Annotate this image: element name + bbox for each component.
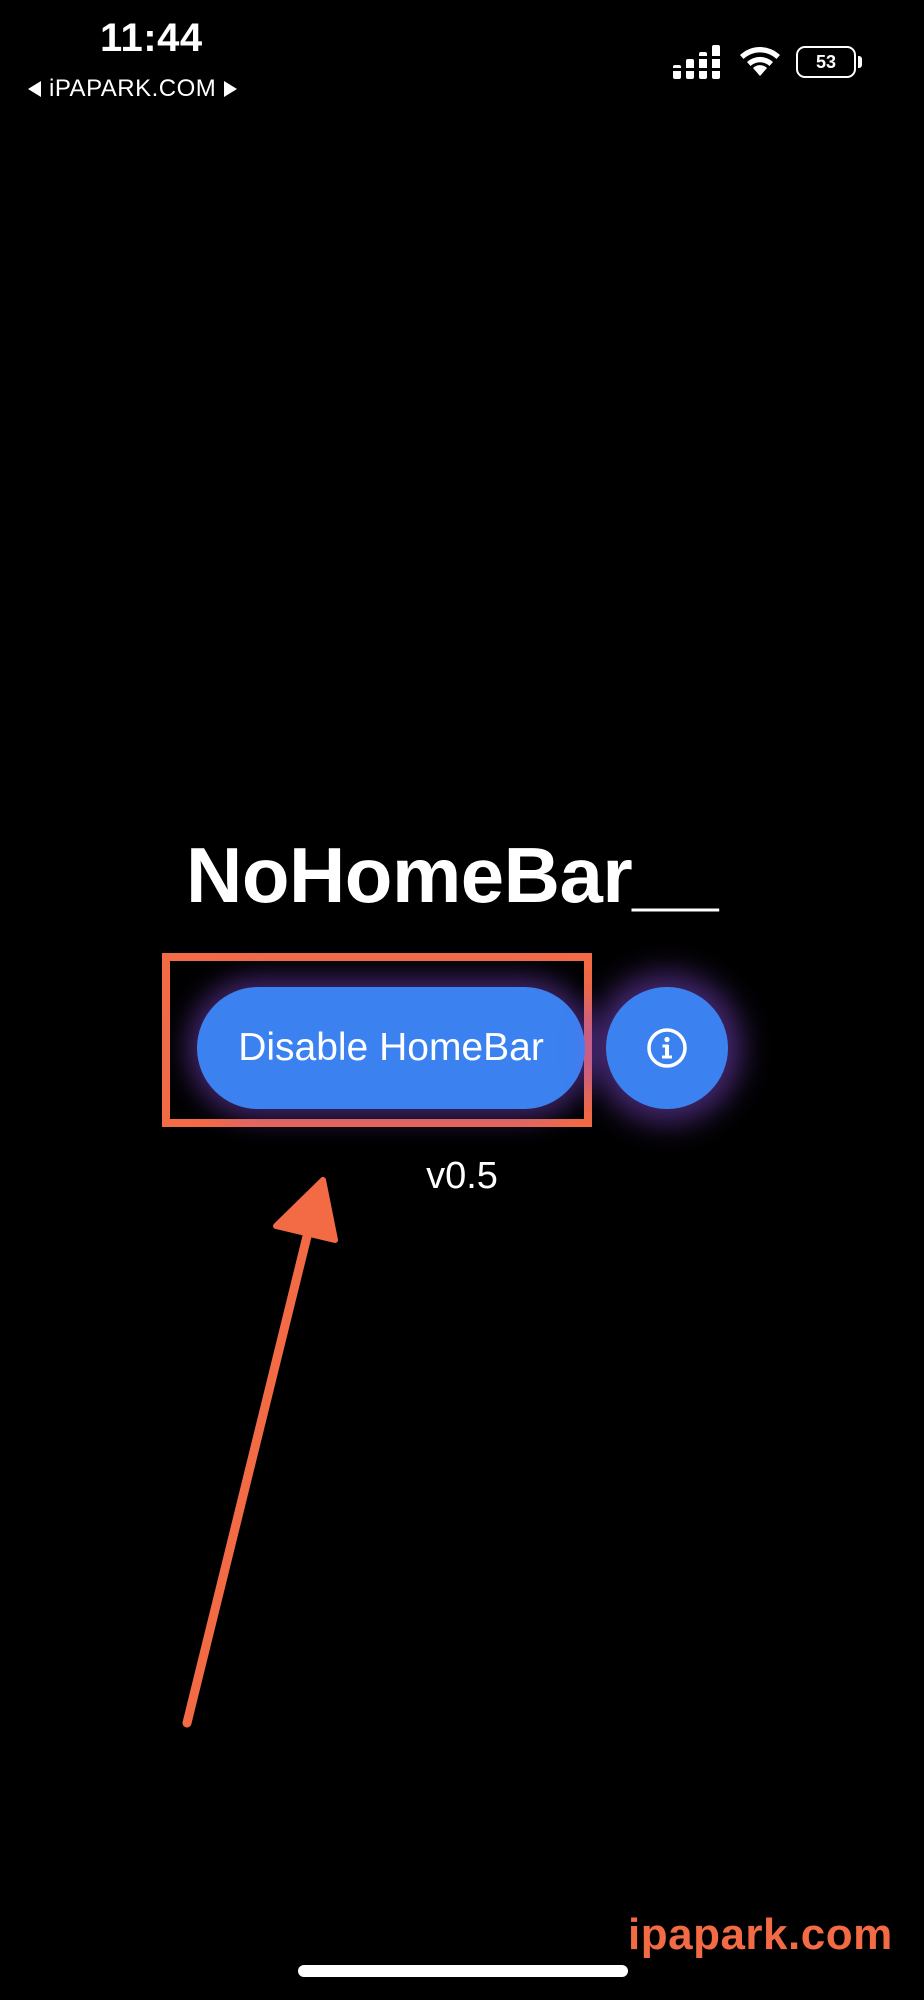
wifi-icon [740, 47, 780, 76]
battery-level: 53 [796, 46, 856, 78]
version-label: v0.5 [426, 1155, 498, 1197]
app-title: NoHomeBar__ [186, 831, 719, 919]
back-triangle-icon [28, 81, 41, 97]
info-button[interactable] [606, 987, 728, 1109]
status-time: 11:44 [100, 16, 203, 60]
forward-triangle-icon [224, 81, 238, 97]
signal-icon [673, 45, 720, 79]
watermark: ipapark.com [628, 1910, 893, 1959]
disable-homebar-button[interactable]: Disable HomeBar [197, 987, 585, 1109]
back-to-app-button[interactable]: iPAPARK.COM [28, 74, 238, 104]
info-icon [647, 1028, 687, 1068]
battery-cap [858, 56, 862, 68]
back-app-label: iPAPARK.COM [49, 75, 217, 102]
home-indicator[interactable] [298, 1965, 628, 1977]
battery-icon: 53 [796, 46, 862, 78]
